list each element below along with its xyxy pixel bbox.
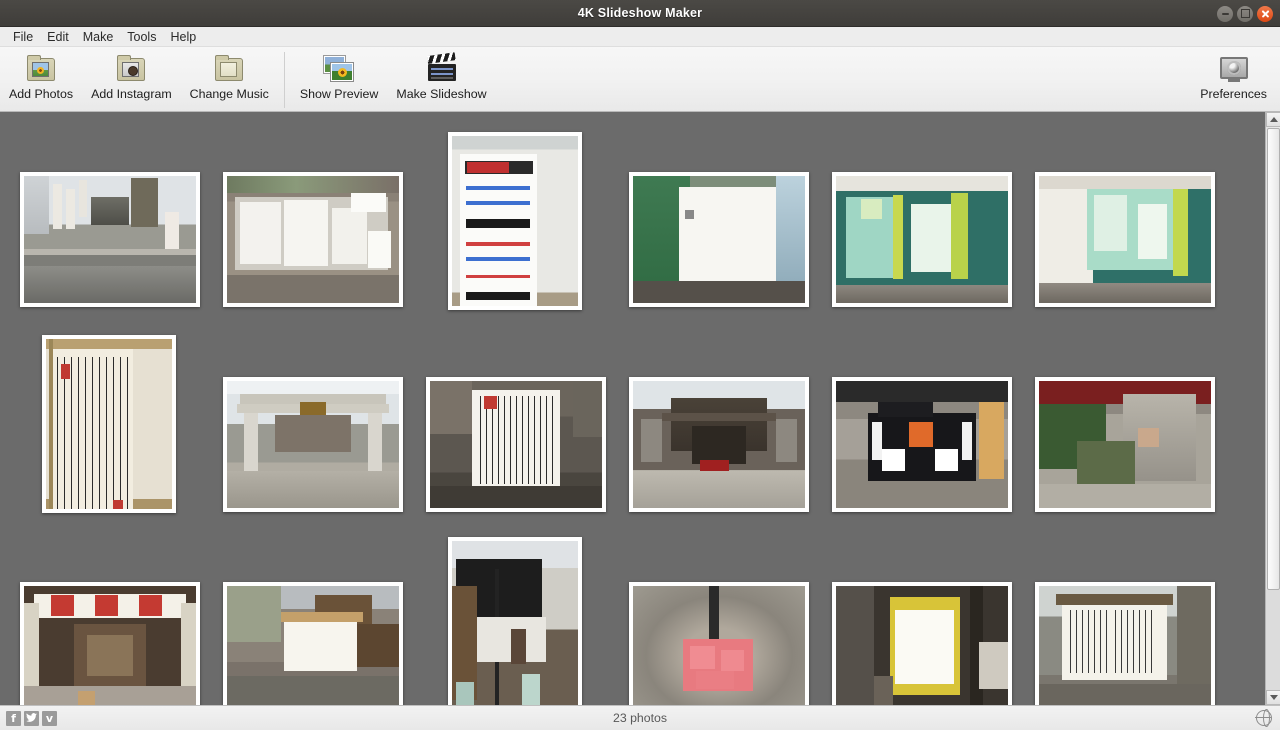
photo-image xyxy=(836,176,1008,303)
photo-thumbnail[interactable] xyxy=(223,172,403,307)
photo-image xyxy=(1039,176,1211,303)
photo-image xyxy=(1039,381,1211,508)
photo-image xyxy=(227,586,399,705)
photo-image xyxy=(430,381,602,508)
folder-photo-icon xyxy=(24,54,58,84)
vertical-scrollbar[interactable] xyxy=(1265,112,1280,705)
toolbar-primary-group: Add Photos Add Instagram ♫ Change Music xyxy=(0,50,278,104)
close-button[interactable] xyxy=(1257,5,1273,22)
add-photos-button[interactable]: Add Photos xyxy=(0,50,82,104)
add-photos-label: Add Photos xyxy=(9,87,74,101)
toolbar: Add Photos Add Instagram ♫ Change Music xyxy=(0,47,1280,112)
photo-image xyxy=(452,136,578,306)
clapperboard-icon xyxy=(425,52,459,84)
photo-thumbnail[interactable] xyxy=(1035,582,1215,705)
photo-thumbnail[interactable] xyxy=(42,335,176,513)
scroll-up-arrow[interactable] xyxy=(1266,112,1280,127)
title-bar: 4K Slideshow Maker xyxy=(0,0,1280,27)
application-window: 4K Slideshow Maker File Edit Make Tools … xyxy=(0,0,1280,730)
menu-edit[interactable]: Edit xyxy=(40,29,76,45)
folder-music-icon: ♫ xyxy=(212,54,246,84)
photo-thumbnail[interactable] xyxy=(629,377,809,512)
change-music-button[interactable]: ♫ Change Music xyxy=(181,50,278,104)
photo-image xyxy=(1039,586,1211,705)
menu-bar: File Edit Make Tools Help xyxy=(0,27,1280,47)
status-bar: f v 23 photos xyxy=(0,705,1280,730)
photo-thumbnail[interactable] xyxy=(1035,377,1215,512)
photo-thumbnail[interactable] xyxy=(448,132,582,310)
photo-grid[interactable] xyxy=(0,112,1265,705)
content-area xyxy=(0,112,1280,705)
photo-image xyxy=(633,586,805,705)
photo-image xyxy=(46,339,172,509)
preferences-monitor-icon xyxy=(1217,54,1251,84)
make-slideshow-button[interactable]: Make Slideshow xyxy=(387,50,495,104)
menu-make[interactable]: Make xyxy=(76,29,121,45)
preferences-button[interactable]: Preferences xyxy=(1191,50,1276,104)
photo-image xyxy=(836,381,1008,508)
make-slideshow-label: Make Slideshow xyxy=(396,87,487,101)
menu-help[interactable]: Help xyxy=(163,29,203,45)
photo-thumbnail[interactable] xyxy=(832,582,1012,705)
add-instagram-button[interactable]: Add Instagram xyxy=(82,50,181,104)
photo-thumbnail[interactable] xyxy=(448,537,582,705)
photo-thumbnail[interactable] xyxy=(629,172,809,307)
photo-thumbnail[interactable] xyxy=(223,582,403,705)
globe-icon[interactable] xyxy=(1255,709,1272,728)
photo-thumbnail[interactable] xyxy=(20,172,200,307)
add-instagram-label: Add Instagram xyxy=(91,87,172,101)
maximize-button[interactable] xyxy=(1237,5,1253,22)
window-controls xyxy=(1217,0,1273,27)
window-title: 4K Slideshow Maker xyxy=(577,6,703,20)
show-preview-label: Show Preview xyxy=(299,87,379,101)
menu-tools[interactable]: Tools xyxy=(120,29,163,45)
photo-image xyxy=(452,541,578,705)
photo-thumbnail[interactable] xyxy=(1035,172,1215,307)
scroll-down-arrow[interactable] xyxy=(1266,690,1280,705)
toolbar-secondary-group: Show Preview Make Slideshow xyxy=(291,50,496,104)
photo-thumbnail[interactable] xyxy=(629,582,809,705)
twitter-bird-glyph xyxy=(26,713,37,722)
menu-file[interactable]: File xyxy=(6,29,40,45)
photo-thumbnail[interactable] xyxy=(20,582,200,705)
preferences-label: Preferences xyxy=(1200,87,1267,101)
twitter-icon[interactable] xyxy=(24,710,39,726)
folder-instagram-icon xyxy=(114,54,148,84)
change-music-label: Change Music xyxy=(189,87,269,101)
show-preview-button[interactable]: Show Preview xyxy=(291,50,388,104)
scroll-track[interactable] xyxy=(1266,590,1280,690)
photo-image xyxy=(227,176,399,303)
photo-image xyxy=(24,176,196,303)
stacked-photos-icon xyxy=(322,54,356,84)
photo-image xyxy=(24,586,196,705)
facebook-icon[interactable]: f xyxy=(6,710,21,726)
scroll-thumb[interactable] xyxy=(1267,128,1280,590)
photo-thumbnail[interactable] xyxy=(223,377,403,512)
photo-image xyxy=(633,176,805,303)
minimize-button[interactable] xyxy=(1217,5,1233,22)
toolbar-separator xyxy=(283,52,285,108)
photo-image xyxy=(633,381,805,508)
social-links: f v xyxy=(6,710,57,726)
photo-image xyxy=(836,586,1008,705)
photo-thumbnail[interactable] xyxy=(832,377,1012,512)
photo-count-label: 23 photos xyxy=(612,711,667,725)
photo-thumbnail[interactable] xyxy=(832,172,1012,307)
photo-thumbnail[interactable] xyxy=(426,377,606,512)
photo-image xyxy=(227,381,399,508)
vimeo-icon[interactable]: v xyxy=(42,710,57,726)
